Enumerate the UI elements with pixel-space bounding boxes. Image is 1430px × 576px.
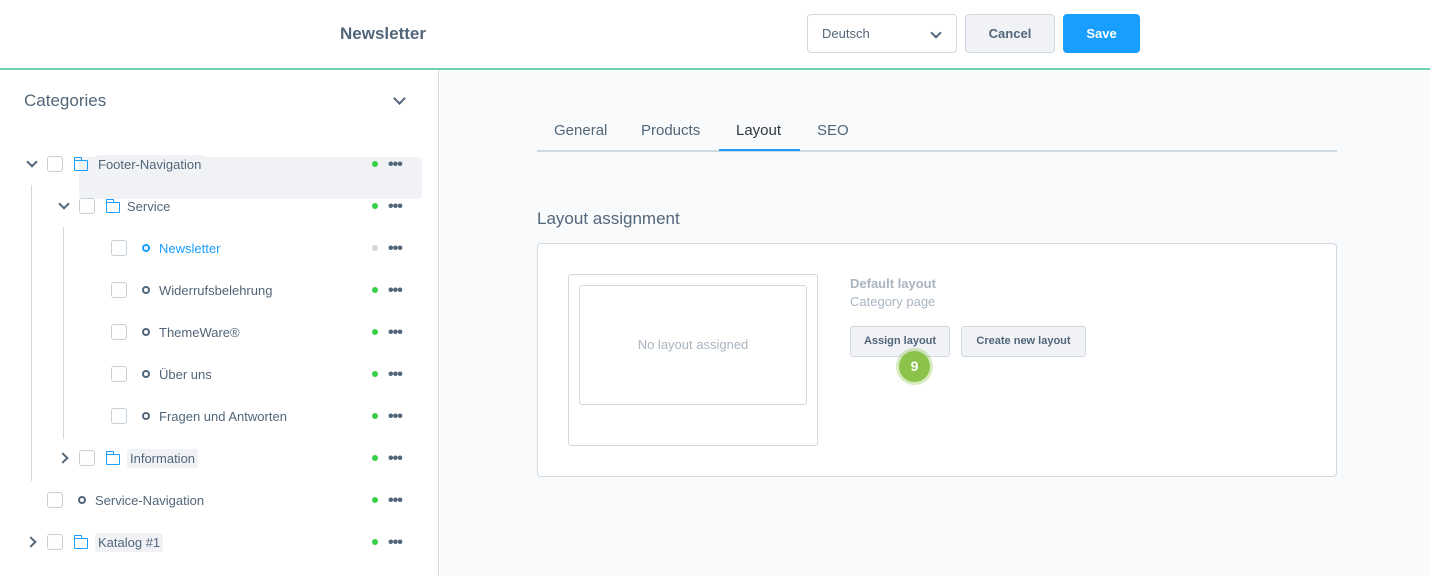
- cancel-button[interactable]: Cancel: [965, 14, 1055, 53]
- checkbox[interactable]: [79, 450, 95, 466]
- status-active-dot: [372, 161, 378, 167]
- language-select[interactable]: Deutsch: [807, 14, 957, 53]
- tree-guide-line: [31, 185, 32, 481]
- category-leaf-icon: [142, 412, 150, 420]
- tree-item-katalog[interactable]: Katalog #1: [95, 533, 164, 552]
- top-bar: Newsletter Deutsch Cancel Save: [0, 0, 1430, 70]
- more-options-icon[interactable]: •••: [388, 199, 403, 215]
- folder-icon: [105, 451, 120, 465]
- tree-item-themeware[interactable]: ThemeWare®: [159, 325, 240, 340]
- status-inactive-dot: [372, 245, 378, 251]
- chevron-down-icon[interactable]: [393, 92, 406, 105]
- status-active-dot: [372, 329, 378, 335]
- more-options-icon[interactable]: •••: [388, 283, 403, 299]
- checkbox[interactable]: [47, 156, 63, 172]
- more-options-icon[interactable]: •••: [388, 451, 403, 467]
- no-layout-text: No layout assigned: [637, 337, 749, 352]
- status-active-dot: [372, 413, 378, 419]
- more-options-icon[interactable]: •••: [388, 367, 403, 383]
- page-title: Newsletter: [340, 24, 426, 43]
- tree-item-ueber-uns[interactable]: Über uns: [159, 367, 212, 382]
- tree-guide-line: [63, 227, 64, 439]
- tree-item-footer-navigation[interactable]: Footer-Navigation: [95, 155, 205, 174]
- status-active-dot: [372, 371, 378, 377]
- folder-icon: [73, 157, 88, 171]
- category-leaf-icon: [142, 244, 150, 252]
- checkbox[interactable]: [47, 492, 63, 508]
- tree-item-information[interactable]: Information: [127, 449, 199, 468]
- checkbox[interactable]: [79, 198, 95, 214]
- folder-icon: [73, 535, 88, 549]
- tab-general[interactable]: General: [554, 122, 607, 139]
- checkbox[interactable]: [111, 366, 127, 382]
- status-active-dot: [372, 539, 378, 545]
- default-layout-label: Default layout: [850, 276, 936, 291]
- category-leaf-icon: [142, 286, 150, 294]
- more-options-icon[interactable]: •••: [388, 325, 403, 341]
- status-active-dot: [372, 203, 378, 209]
- active-tab-indicator: [719, 149, 800, 151]
- assign-layout-button[interactable]: Assign layout: [850, 326, 950, 357]
- more-options-icon[interactable]: •••: [388, 241, 403, 257]
- tree-item-widerrufsbelehrung[interactable]: Widerrufsbelehrung: [159, 283, 272, 298]
- checkbox[interactable]: [111, 408, 127, 424]
- create-new-layout-button[interactable]: Create new layout: [961, 326, 1086, 357]
- tab-seo[interactable]: SEO: [817, 122, 849, 139]
- tree-item-fragen-und-antworten[interactable]: Fragen und Antworten: [159, 409, 287, 424]
- status-active-dot: [372, 287, 378, 293]
- categories-title: Categories: [24, 91, 107, 110]
- more-options-icon[interactable]: •••: [388, 535, 403, 551]
- layout-type-label: Category page: [850, 294, 936, 309]
- tree-item-newsletter[interactable]: Newsletter: [159, 241, 220, 256]
- tab-layout[interactable]: Layout: [736, 122, 781, 139]
- category-leaf-icon: [78, 496, 86, 504]
- save-button[interactable]: Save: [1063, 14, 1140, 53]
- more-options-icon[interactable]: •••: [388, 409, 403, 425]
- folder-icon: [105, 199, 120, 213]
- category-leaf-icon: [142, 370, 150, 378]
- category-leaf-icon: [142, 328, 150, 336]
- checkbox[interactable]: [47, 534, 63, 550]
- tree-item-service[interactable]: Service: [127, 199, 170, 214]
- status-active-dot: [372, 455, 378, 461]
- section-title: Layout assignment: [537, 209, 680, 228]
- checkbox[interactable]: [111, 324, 127, 340]
- chevron-down-icon: [930, 27, 942, 39]
- checkbox[interactable]: [111, 240, 127, 256]
- step-badge: 9: [899, 351, 930, 382]
- language-select-value: Deutsch: [822, 26, 870, 41]
- tab-products[interactable]: Products: [641, 122, 700, 139]
- status-active-dot: [372, 497, 378, 503]
- more-options-icon[interactable]: •••: [388, 157, 403, 173]
- tree-item-service-navigation[interactable]: Service-Navigation: [95, 493, 204, 508]
- more-options-icon[interactable]: •••: [388, 493, 403, 509]
- checkbox[interactable]: [111, 282, 127, 298]
